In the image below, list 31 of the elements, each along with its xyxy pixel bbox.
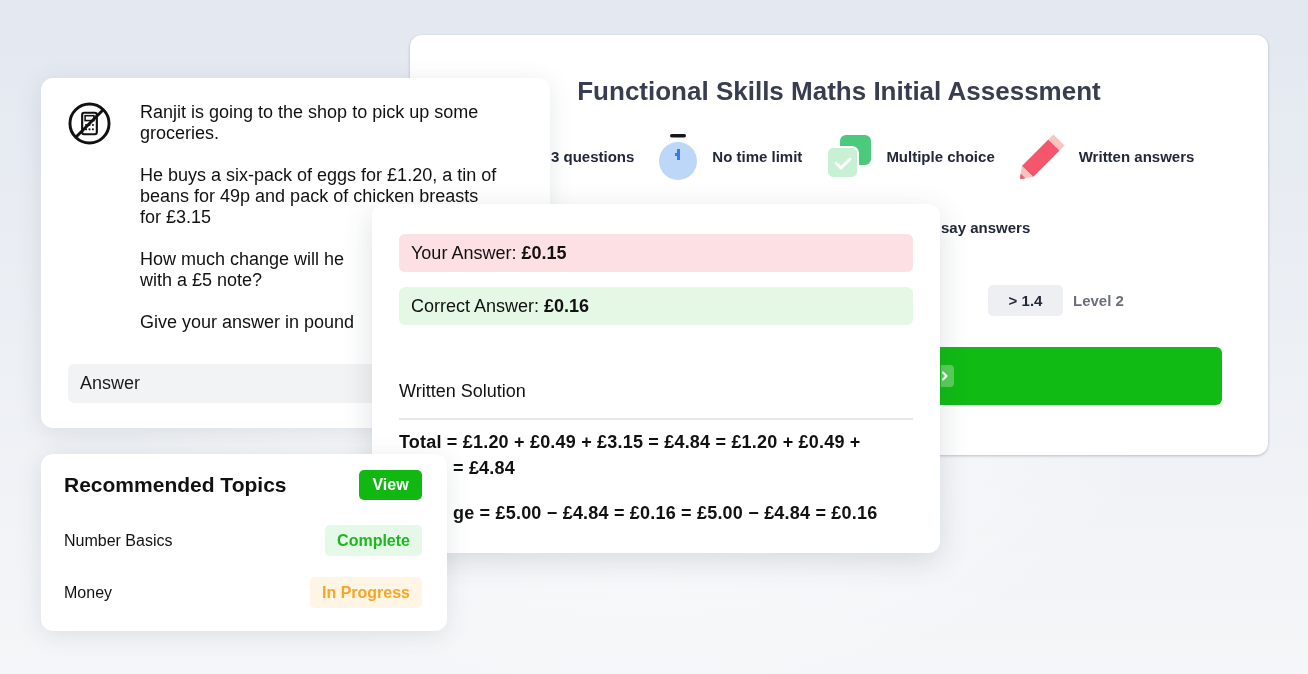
no-calculator-icon	[68, 102, 111, 145]
feature-label: say answers	[941, 218, 1031, 238]
score-chip: > 1.4	[988, 285, 1063, 316]
question-text: Give your answer in pound	[140, 312, 355, 333]
pencil-icon	[1018, 134, 1065, 180]
topic-name: Money	[64, 583, 113, 602]
answer-banner: Your Answer: £0.15	[399, 234, 913, 272]
answer-banner: Correct Answer: £0.16	[399, 287, 913, 325]
assessment-title: Functional Skills Maths Initial Assessment	[576, 76, 1102, 106]
stopwatch-icon	[658, 134, 699, 180]
checked-cards-icon	[826, 135, 873, 179]
feature-label: No time limit	[712, 147, 803, 167]
question-text: Ranjit is going to the shop to pick up some groceries.	[140, 102, 479, 144]
action-button[interactable]	[940, 347, 1222, 405]
topic-name: Number Basics	[64, 531, 173, 550]
status-badge: Complete	[325, 525, 422, 556]
solution-text: ge = £5.00 − £4.84 = £0.16 = £5.00 − £4.84 = £0.16	[453, 503, 878, 523]
chevron-icon	[941, 365, 954, 387]
feature-label: 3 questions	[551, 147, 635, 167]
question-text: He buys a six-pack of eggs for £1.20, a tin of beans for 49p and pack of chicken breasts for £3.15	[140, 165, 497, 228]
question-text: How much change will he with a £5 note?	[140, 249, 345, 291]
level-label: Level 2	[1073, 292, 1124, 309]
feature-label: Written answers	[1078, 147, 1195, 167]
status-badge: In Progress	[309, 577, 422, 608]
answer-field[interactable]: Answer	[68, 364, 372, 403]
feature-label: Multiple choice	[886, 147, 995, 167]
topics-title: Recommended Topics	[64, 473, 287, 497]
view-button[interactable]: View	[359, 470, 422, 500]
solution-heading: Written Solution	[399, 381, 527, 402]
solution-text: Total = £1.20 + £0.49 + £3.15 = £4.84 = £1.20 + £0.49 +	[399, 432, 861, 452]
solution-text: = £4.84	[453, 458, 515, 478]
